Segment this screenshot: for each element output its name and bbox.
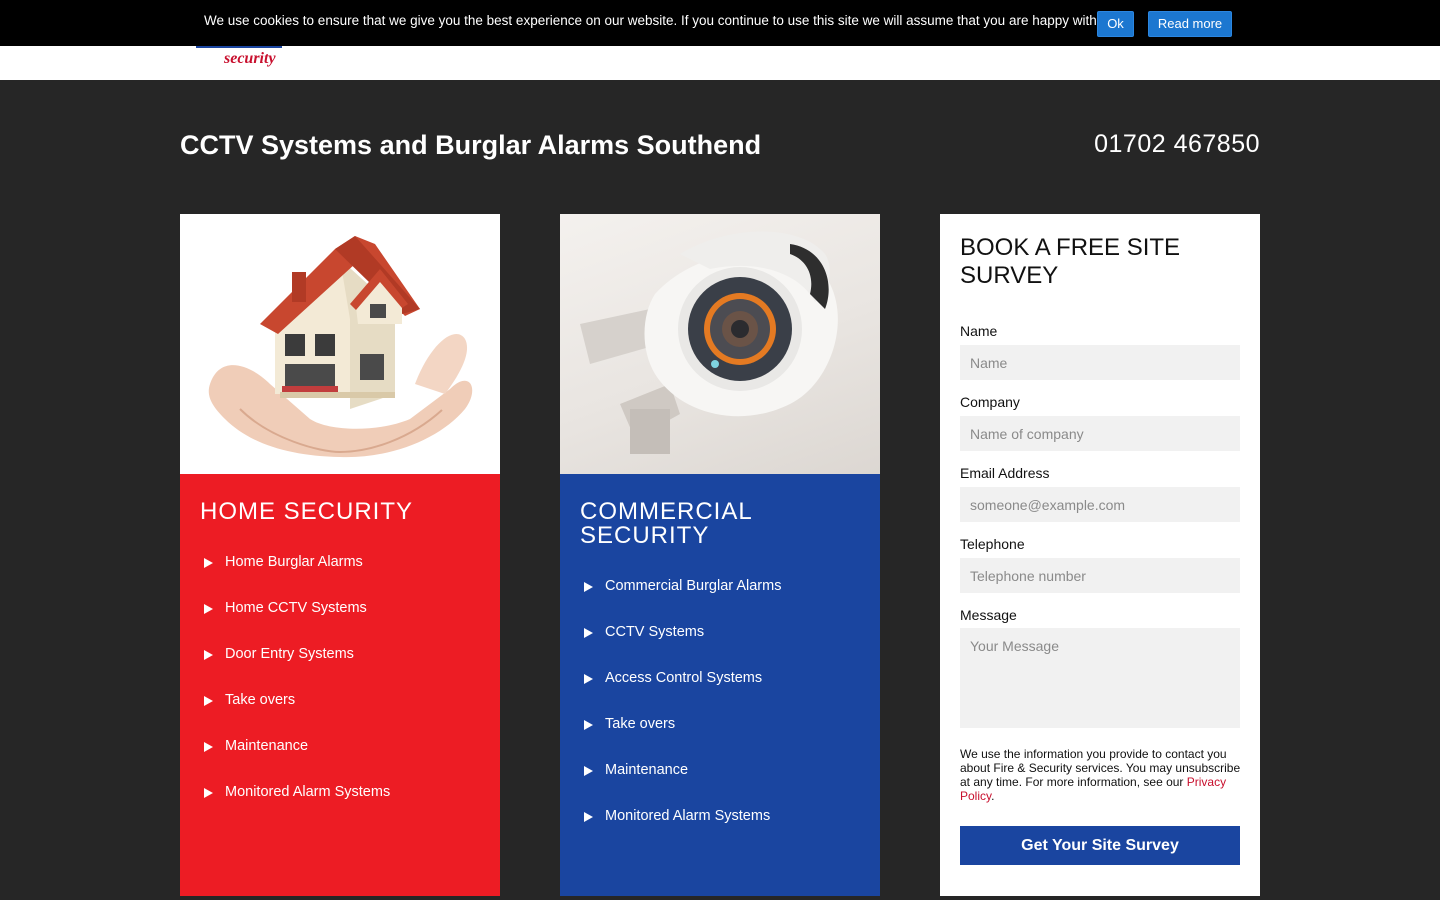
list-item[interactable]: Door Entry Systems [200,646,500,692]
privacy-note-end: . [991,789,995,803]
arrow-right-icon [204,650,213,660]
message-textarea[interactable] [960,628,1240,728]
email-label: Email Address [960,465,1050,481]
commercial-security-card: COMMERCIAL SECURITY Commercial Burglar A… [560,214,880,896]
list-item[interactable]: Maintenance [200,738,500,784]
arrow-right-icon [204,742,213,752]
cctv-camera-image [560,214,880,474]
list-item[interactable]: Monitored Alarm Systems [580,808,880,854]
list-item[interactable]: Access Control Systems [580,670,880,716]
site-survey-form: BOOK A FREE SITE SURVEY Name Company Ema… [940,214,1260,896]
name-label: Name [960,323,998,339]
arrow-right-icon [584,766,593,776]
list-item[interactable]: Maintenance [580,762,880,808]
cookie-message: We use cookies to ensure that we give yo… [204,13,1111,28]
privacy-note: We use the information you provide to co… [960,747,1242,803]
home-security-card: HOME SECURITY Home Burglar Alarms Home C… [180,214,500,896]
cctv-camera-illustration [580,231,838,454]
arrow-right-icon [204,696,213,706]
company-label: Company [960,394,1020,410]
commercial-security-heading: COMMERCIAL SECURITY [580,498,752,549]
house-in-hands-illustration [208,236,473,458]
cookie-read-more-button[interactable]: Read more [1148,11,1232,37]
form-title: BOOK A FREE SITE SURVEY [960,234,1181,289]
telephone-input[interactable] [960,558,1240,593]
get-site-survey-button[interactable]: Get Your Site Survey [960,826,1240,865]
list-item[interactable]: Monitored Alarm Systems [200,784,500,830]
arrow-right-icon [204,558,213,568]
telephone-label: Telephone [960,536,1025,552]
arrow-right-icon [584,720,593,730]
phone-number[interactable]: 01702 467850 [1094,130,1260,159]
company-input[interactable] [960,416,1240,451]
house-in-hands-image [180,214,500,474]
list-item[interactable]: Take overs [580,716,880,762]
list-item[interactable]: Home Burglar Alarms [200,554,500,600]
commercial-security-list: Commercial Burglar Alarms CCTV Systems A… [560,578,880,854]
name-input[interactable] [960,345,1240,380]
email-input[interactable] [960,487,1240,522]
list-item[interactable]: CCTV Systems [580,624,880,670]
message-label: Message [960,607,1017,623]
list-item[interactable]: Commercial Burglar Alarms [580,578,880,624]
arrow-right-icon [584,582,593,592]
page-title: CCTV Systems and Burglar Alarms Southend [180,130,762,160]
logo-text[interactable]: security [224,50,276,68]
arrow-right-icon [584,628,593,638]
arrow-right-icon [584,812,593,822]
arrow-right-icon [204,788,213,798]
list-item[interactable]: Home CCTV Systems [200,600,500,646]
cookie-bar: We use cookies to ensure that we give yo… [0,0,1440,46]
list-item[interactable]: Take overs [200,692,500,738]
arrow-right-icon [204,604,213,614]
home-security-list: Home Burglar Alarms Home CCTV Systems Do… [180,554,500,830]
cookie-ok-button[interactable]: Ok [1097,11,1134,37]
arrow-right-icon [584,674,593,684]
home-security-heading: HOME SECURITY [200,498,414,525]
